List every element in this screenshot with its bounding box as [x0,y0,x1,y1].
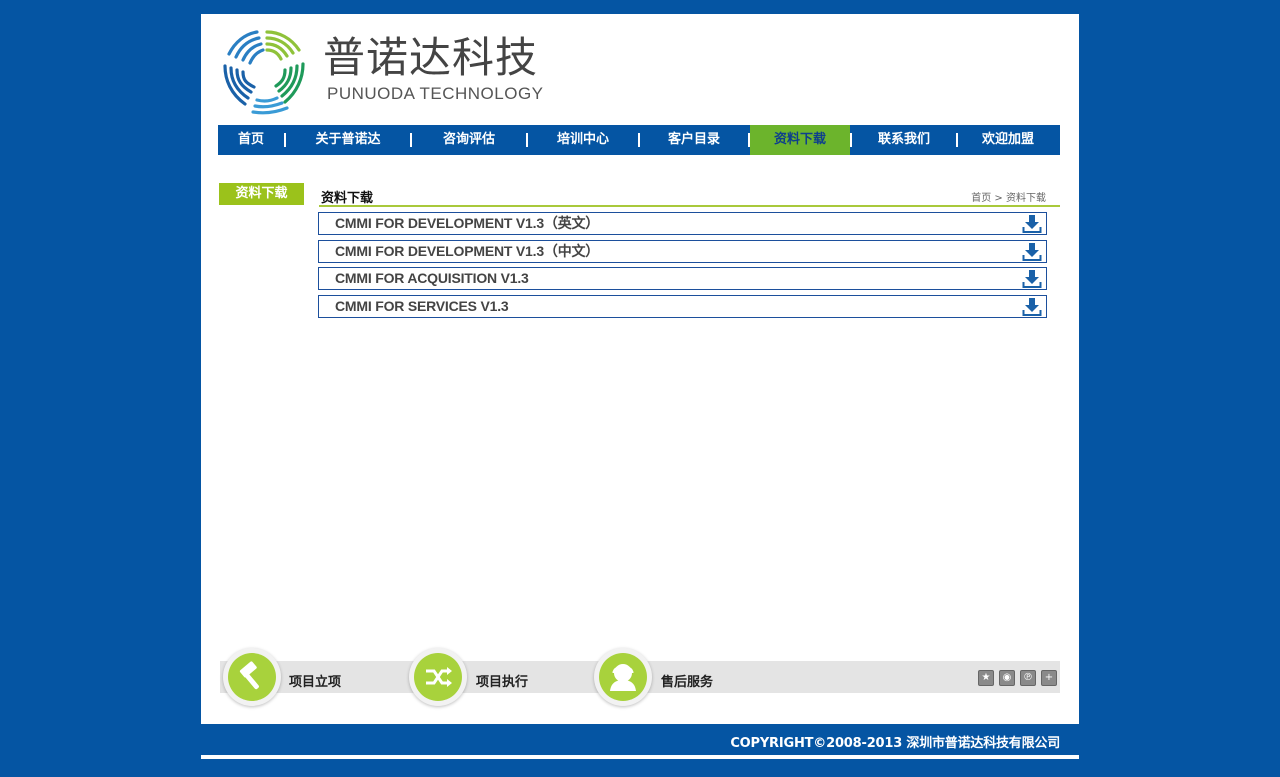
brand-name-cn: 普诺达科技 [323,33,539,82]
download-item-title[interactable]: CMMI FOR SERVICES V1.3 [335,296,509,317]
service-circle-inner [599,653,647,701]
share-icons: ★ ◉ ℗ + [978,670,1057,686]
download-item[interactable]: CMMI FOR DEVELOPMENT V1.3（中文） [318,239,1047,263]
download-icon[interactable] [1022,269,1042,289]
service-circle[interactable] [223,648,281,706]
service-label-initiation[interactable]: 项目立项 [289,671,341,690]
service-circle[interactable] [594,648,652,706]
nav-item-about[interactable]: 关于普诺达 [286,125,410,155]
nav-item-join[interactable]: 欢迎加盟 [958,125,1058,155]
breadcrumb[interactable]: 首页 > 资料下载 [971,189,1046,204]
download-item-title[interactable]: CMMI FOR DEVELOPMENT V1.3（中文） [335,241,599,262]
content-header: 资料下载 首页 > 资料下载 [319,185,1060,207]
nav-item-training[interactable]: 培训中心 [528,125,638,155]
download-icon[interactable] [1022,297,1042,317]
main-nav: 首页 关于普诺达 咨询评估 培训中心 客户目录 资料下载 联系我们 欢迎加盟 [218,125,1060,155]
service-label-after-sales[interactable]: 售后服务 [661,671,713,690]
service-circle-inner [228,653,276,701]
service-circle-inner [414,653,462,701]
download-icon[interactable] [1022,242,1042,262]
hammer-icon [239,661,259,690]
service-circle[interactable] [409,648,467,706]
nav-item-downloads[interactable]: 资料下载 [750,125,850,155]
more-share-icon[interactable]: + [1041,670,1057,686]
company-logo-icon[interactable] [217,26,307,116]
download-item[interactable]: CMMI FOR ACQUISITION V1.3 [318,267,1047,290]
download-list: CMMI FOR DEVELOPMENT V1.3（英文） CMMI FOR D… [318,212,1047,322]
qzone-icon[interactable]: ★ [978,670,994,686]
weibo-icon[interactable]: ◉ [999,670,1015,686]
brand-name-en: PUNUODA TECHNOLOGY [327,84,544,103]
content-title: 资料下载 [321,191,374,206]
download-icon[interactable] [1022,214,1042,234]
nav-item-contact[interactable]: 联系我们 [852,125,956,155]
sidebar-title[interactable]: 资料下载 [219,183,304,205]
tencent-weibo-icon[interactable]: ℗ [1020,670,1036,686]
service-label-execution[interactable]: 项目执行 [476,671,528,690]
shuffle-icon [426,667,452,687]
download-item-title[interactable]: CMMI FOR DEVELOPMENT V1.3（英文） [335,213,599,234]
download-item[interactable]: CMMI FOR DEVELOPMENT V1.3（英文） [318,212,1047,235]
page-container: 普诺达科技 PUNUODA TECHNOLOGY 首页 关于普诺达 咨询评估 培… [201,14,1079,724]
download-item-title[interactable]: CMMI FOR ACQUISITION V1.3 [335,268,529,289]
nav-item-home[interactable]: 首页 [218,125,284,155]
footer-divider [201,755,1079,759]
support-person-icon [610,664,636,691]
download-item[interactable]: CMMI FOR SERVICES V1.3 [318,294,1047,318]
nav-item-clients[interactable]: 客户目录 [640,125,748,155]
nav-item-consulting[interactable]: 咨询评估 [412,125,526,155]
footer-copyright: COPYRIGHT©2008-2013 深圳市普诺达科技有限公司 [730,736,1060,751]
